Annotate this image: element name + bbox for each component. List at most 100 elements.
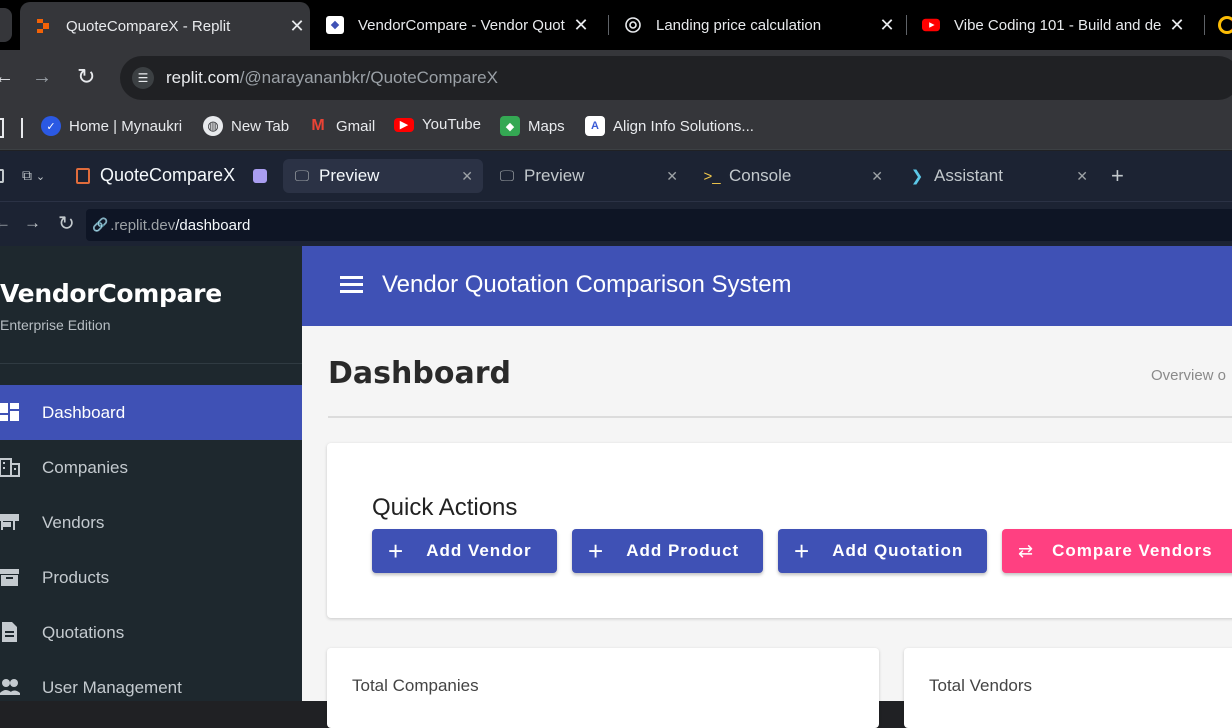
bookmark-align-info[interactable]: A Align Info Solutions...	[585, 116, 754, 136]
preview-url-path: /dashboard	[175, 216, 251, 234]
people-icon	[0, 679, 20, 695]
tab-title: VendorCompare - Vendor Quot	[358, 16, 565, 34]
sidebar-item-vendors[interactable]: Vendors	[0, 495, 302, 550]
button-label: Compare Vendors	[1052, 541, 1213, 560]
building-icon	[0, 458, 20, 477]
address-bar[interactable]: ☰ replit.com/@narayananbkr/QuoteCompareX	[120, 56, 1232, 100]
close-icon[interactable]: ✕	[871, 168, 883, 185]
sidebar-divider	[0, 363, 302, 364]
browser-tab-replit[interactable]: QuoteCompareX - Replit ✕	[20, 2, 310, 50]
close-icon[interactable]: ✕	[284, 16, 310, 37]
menu-icon[interactable]	[340, 276, 364, 294]
close-icon[interactable]: ✕	[461, 168, 473, 185]
button-label: Add Vendor	[426, 541, 532, 560]
bookmark-new-tab[interactable]: ◍ New Tab	[203, 116, 289, 136]
tab-separator	[1204, 15, 1205, 35]
chevron-down-icon: ⌄	[35, 171, 46, 183]
align-icon: A	[585, 116, 605, 136]
button-label: Add Product	[626, 541, 740, 560]
project-name[interactable]: QuoteCompareX	[76, 165, 268, 186]
compare-vendors-button[interactable]: ⇄ Compare Vendors	[1002, 529, 1232, 573]
bookmark-label: Home | Mynaukri	[69, 117, 183, 135]
bookmark-label: Align Info Solutions...	[613, 117, 754, 135]
site-info-icon[interactable]: ☰	[132, 67, 154, 89]
back-arrow-icon[interactable]: ←	[0, 66, 14, 89]
sidebar-item-label: Vendors	[42, 512, 105, 532]
browser-tab-youtube[interactable]: Vibe Coding 101 - Build and de ✕	[906, 0, 1198, 50]
apps-grid-icon[interactable]	[0, 118, 4, 138]
add-tab-icon[interactable]: +	[1111, 163, 1124, 189]
app-title: Vendor Quotation Comparison System	[382, 271, 792, 298]
tab-assistant[interactable]: ❯ Assistant ✕	[898, 159, 1098, 193]
tab-title: Vibe Coding 101 - Build and de	[954, 16, 1162, 34]
close-icon[interactable]: ✕	[1076, 168, 1088, 185]
forward-arrow-icon[interactable]: →	[24, 213, 41, 233]
sidebar-item-label: User Management	[42, 677, 182, 697]
browser-tab-landing-price[interactable]: Landing price calculation ✕	[610, 0, 900, 50]
sidebar-item-label: Companies	[42, 457, 128, 477]
add-quotation-button[interactable]: + Add Quotation	[778, 529, 987, 573]
dashboard-icon	[0, 403, 19, 421]
tab-label: Preview	[319, 166, 380, 185]
sidebar-item-dashboard[interactable]: Dashboard	[0, 385, 302, 440]
close-icon[interactable]: ✕	[666, 168, 678, 185]
mynaukri-icon: ✓	[41, 116, 61, 136]
google-icon[interactable]	[1218, 16, 1232, 34]
sidebar-toggle-icon[interactable]	[0, 169, 4, 183]
sidebar-item-products[interactable]: Products	[0, 550, 302, 605]
gmail-icon: M	[311, 117, 325, 134]
project-title: QuoteCompareX	[100, 165, 236, 185]
tab-overflow-edge[interactable]	[0, 8, 12, 42]
close-icon[interactable]: ✕	[568, 15, 594, 36]
preview-toolbar: ← → ↻ 🔗 .replit.dev/dashboard	[0, 201, 1232, 246]
file-icon	[76, 167, 90, 184]
tab-preview[interactable]: 🖵 Preview ✕	[488, 159, 688, 193]
close-icon[interactable]: ✕	[1164, 15, 1190, 36]
bookmark-mynaukri[interactable]: ✓ Home | Mynaukri	[41, 116, 182, 136]
stat-label: Total Companies	[352, 676, 479, 695]
bookmarks-bar: ✓ Home | Mynaukri ◍ New Tab M Gmail ▶ Yo…	[0, 106, 1232, 150]
tab-title: QuoteCompareX - Replit	[66, 17, 231, 35]
browser-tab-vendorcompare[interactable]: VendorCompare - Vendor Quot ✕	[312, 0, 604, 50]
sidebar-item-quotations[interactable]: Quotations	[0, 605, 302, 660]
tab-label: Console	[729, 166, 792, 185]
tab-preview-active[interactable]: 🖵 Preview ✕	[283, 159, 483, 193]
brand-title: VendorCompare	[0, 279, 222, 308]
sidebar-item-companies[interactable]: Companies	[0, 440, 302, 495]
replit-tab-bar: ⧉ ⌄ QuoteCompareX 🖵 Preview ✕ 🖵 Preview …	[0, 151, 1232, 201]
bookmark-label: Maps	[528, 117, 565, 135]
forward-arrow-icon[interactable]: →	[32, 66, 52, 89]
reload-icon[interactable]: ↻	[77, 64, 95, 90]
brand-edition: Enterprise Edition	[0, 317, 111, 333]
tab-title: Landing price calculation	[656, 16, 822, 34]
stat-card-total-vendors: Total Vendors	[904, 648, 1232, 728]
bookmark-label: YouTube	[422, 116, 481, 133]
app-main: Vendor Quotation Comparison System Dashb…	[302, 246, 1232, 728]
globe-icon: ◍	[203, 116, 223, 136]
add-vendor-button[interactable]: + Add Vendor	[372, 529, 557, 573]
bookmark-maps[interactable]: ◆ Maps	[500, 116, 565, 136]
plus-icon: +	[794, 536, 811, 566]
sidebar-item-label: Quotations	[42, 622, 125, 642]
tab-console[interactable]: >_ Console ✕	[693, 159, 893, 193]
url-host: replit.com	[166, 68, 240, 87]
chatgpt-icon	[624, 16, 642, 34]
bookmark-youtube[interactable]: ▶ YouTube	[394, 116, 481, 133]
reload-icon[interactable]: ↻	[58, 211, 75, 236]
back-arrow-icon[interactable]: ←	[0, 213, 11, 233]
bookmark-divider	[21, 118, 23, 138]
plus-icon: +	[588, 536, 605, 566]
close-icon[interactable]: ✕	[874, 15, 900, 36]
document-icon	[2, 622, 17, 642]
sidebar-item-user-management[interactable]: User Management	[0, 660, 302, 715]
bookmark-gmail[interactable]: M Gmail	[308, 116, 375, 136]
workspace-menu[interactable]: ⧉ ⌄	[22, 167, 45, 184]
terminal-icon: >_	[703, 167, 721, 185]
browser-tab-strip: QuoteCompareX - Replit ✕ VendorCompare -…	[0, 0, 1232, 50]
app-header: Vendor Quotation Comparison System	[302, 246, 1232, 326]
youtube-icon: ▶	[394, 117, 414, 132]
page-subtitle: Overview o	[1151, 367, 1227, 384]
add-product-button[interactable]: + Add Product	[572, 529, 763, 573]
preview-url-field[interactable]: 🔗 .replit.dev/dashboard	[86, 209, 1232, 241]
store-icon	[0, 514, 19, 530]
